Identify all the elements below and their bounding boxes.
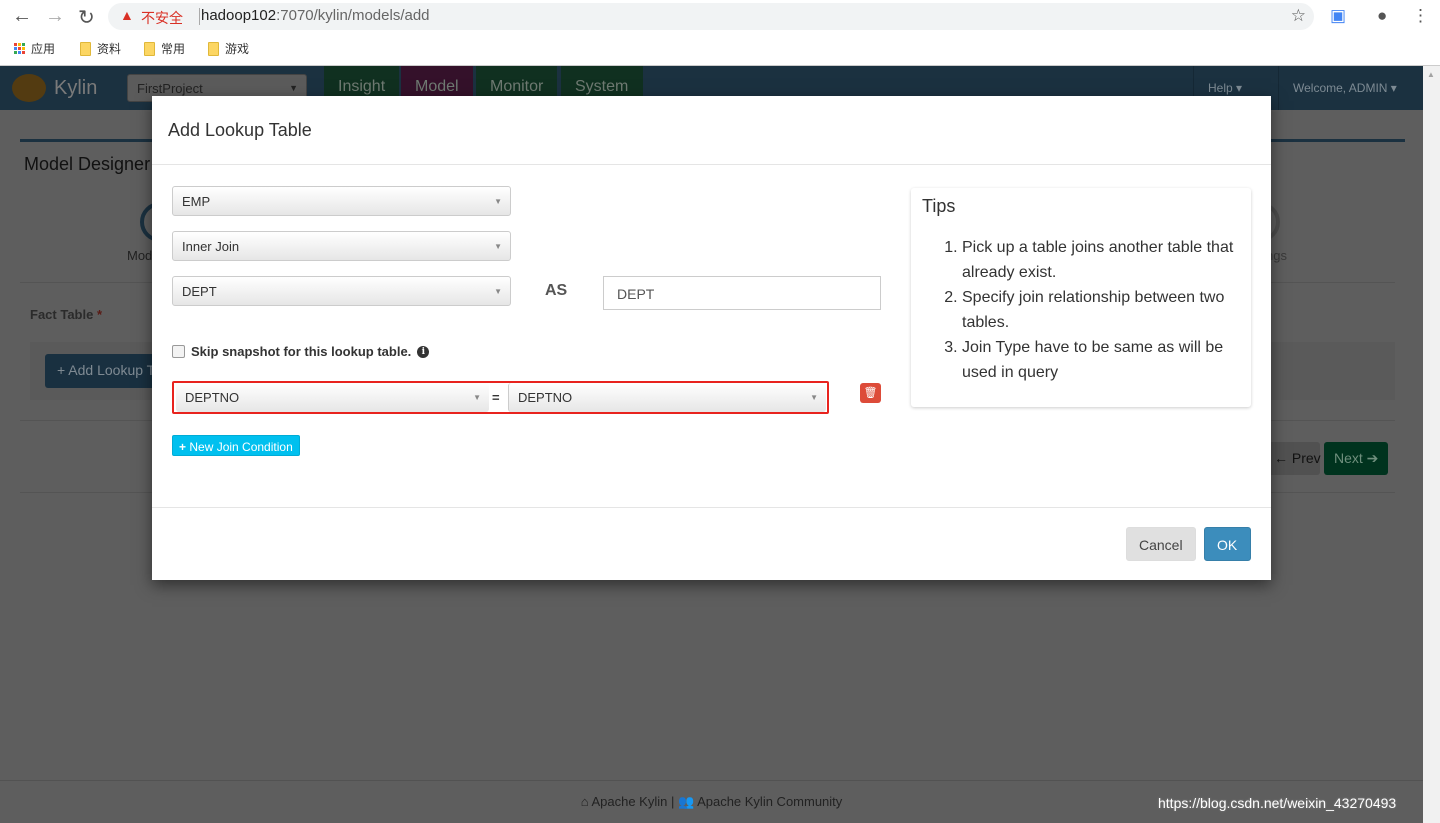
brand-name: Kylin	[54, 76, 98, 99]
warning-icon: ▲	[120, 7, 134, 23]
join-condition-row: DEPTNO = DEPTNO	[172, 381, 829, 414]
bookmark-folder[interactable]: 常用	[144, 40, 185, 57]
watermark: https://blog.csdn.net/weixin_43270493	[1158, 795, 1397, 811]
brand-logo[interactable]: Kylin	[12, 74, 97, 102]
skip-snapshot-label: Skip snapshot for this lookup table.	[191, 344, 412, 359]
new-join-condition-button[interactable]: + New Join Condition	[172, 435, 300, 456]
fact-table-select[interactable]: EMP	[172, 186, 511, 216]
divider	[199, 8, 200, 25]
url-host: hadoop102	[201, 7, 277, 24]
skip-snapshot-checkbox[interactable]: Skip snapshot for this lookup table. i	[172, 344, 430, 359]
bookmark-label: 常用	[161, 42, 186, 56]
apps-icon	[14, 43, 25, 54]
as-label: AS	[545, 282, 568, 299]
bookmark-folder[interactable]: 游戏	[208, 40, 249, 57]
back-icon[interactable]: ←	[12, 5, 32, 28]
folder-icon	[208, 41, 219, 56]
bookmark-label: 游戏	[225, 42, 250, 56]
delete-condition-button[interactable]: 🗑	[860, 383, 881, 403]
forward-icon[interactable]: →	[45, 5, 65, 28]
translate-icon[interactable]: ▣	[1330, 6, 1346, 26]
bookmark-star-icon[interactable]: ☆	[1291, 6, 1306, 26]
modal-footer: Cancel OK	[152, 507, 1271, 580]
alias-input[interactable]: DEPT	[603, 276, 881, 310]
bookmark-folder[interactable]: 资料	[80, 40, 121, 57]
folder-icon	[80, 41, 91, 56]
bookmark-label: 资料	[97, 42, 122, 56]
tip-item: Specify join relationship between two ta…	[962, 285, 1240, 335]
next-button[interactable]: Next ➔	[1324, 442, 1389, 475]
account-icon[interactable]: ●	[1377, 6, 1387, 26]
url-path: :7070/kylin/models/add	[276, 7, 430, 24]
user-menu[interactable]: Welcome, ADMIN ▾	[1278, 66, 1411, 110]
scrollbar[interactable]	[1423, 66, 1440, 823]
modal-title: Add Lookup Table	[152, 96, 1271, 165]
address-bar[interactable]: ▲ 不安全 hadoop102:7070/kylin/models/add ☆	[108, 3, 1314, 30]
join-type-select[interactable]: Inner Join	[172, 231, 511, 261]
insecure-label: 不安全	[141, 10, 183, 26]
info-icon[interactable]: i	[417, 345, 430, 358]
url-text: hadoop102:7070/kylin/models/add	[201, 7, 430, 24]
reload-icon[interactable]: ↻	[78, 5, 95, 30]
tips-title: Tips	[922, 196, 956, 216]
footer-link-kylin[interactable]: Apache Kylin	[591, 794, 667, 809]
checkbox[interactable]	[172, 345, 185, 358]
footer-separator: |	[670, 794, 675, 809]
add-lookup-table-modal: Add Lookup Table EMP Inner Join DEPT AS …	[152, 96, 1271, 580]
welcome-label: Welcome, ADMIN	[1293, 81, 1388, 95]
footer-link-community[interactable]: Apache Kylin Community	[697, 794, 842, 809]
folder-icon	[144, 41, 155, 56]
cancel-button[interactable]: Cancel	[1126, 527, 1196, 561]
equals-sign: =	[492, 390, 500, 405]
ok-button[interactable]: OK	[1204, 527, 1251, 561]
browser-chrome: ← → ↻ ▲ 不安全 hadoop102:7070/kylin/models/…	[0, 0, 1440, 66]
fact-column-select[interactable]: DEPTNO	[176, 383, 489, 412]
tip-item: Join Type have to be same as will be use…	[962, 335, 1240, 385]
bookmark-apps[interactable]: 应用	[14, 40, 55, 57]
trash-icon: 🗑	[863, 387, 878, 399]
tip-item: Pick up a table joins another table that…	[962, 235, 1240, 285]
tips-panel: Tips Pick up a table joins another table…	[911, 188, 1251, 407]
menu-icon[interactable]: ⋮	[1412, 6, 1429, 26]
help-label: Help	[1208, 81, 1233, 95]
page-title: Model Designer	[24, 154, 151, 174]
lookup-table-select[interactable]: DEPT	[172, 276, 511, 306]
kylin-logo-icon	[12, 74, 46, 102]
bookmark-label: 应用	[31, 42, 56, 56]
fact-table-label: Fact Table *	[30, 307, 103, 322]
lookup-column-select[interactable]: DEPTNO	[508, 383, 826, 412]
